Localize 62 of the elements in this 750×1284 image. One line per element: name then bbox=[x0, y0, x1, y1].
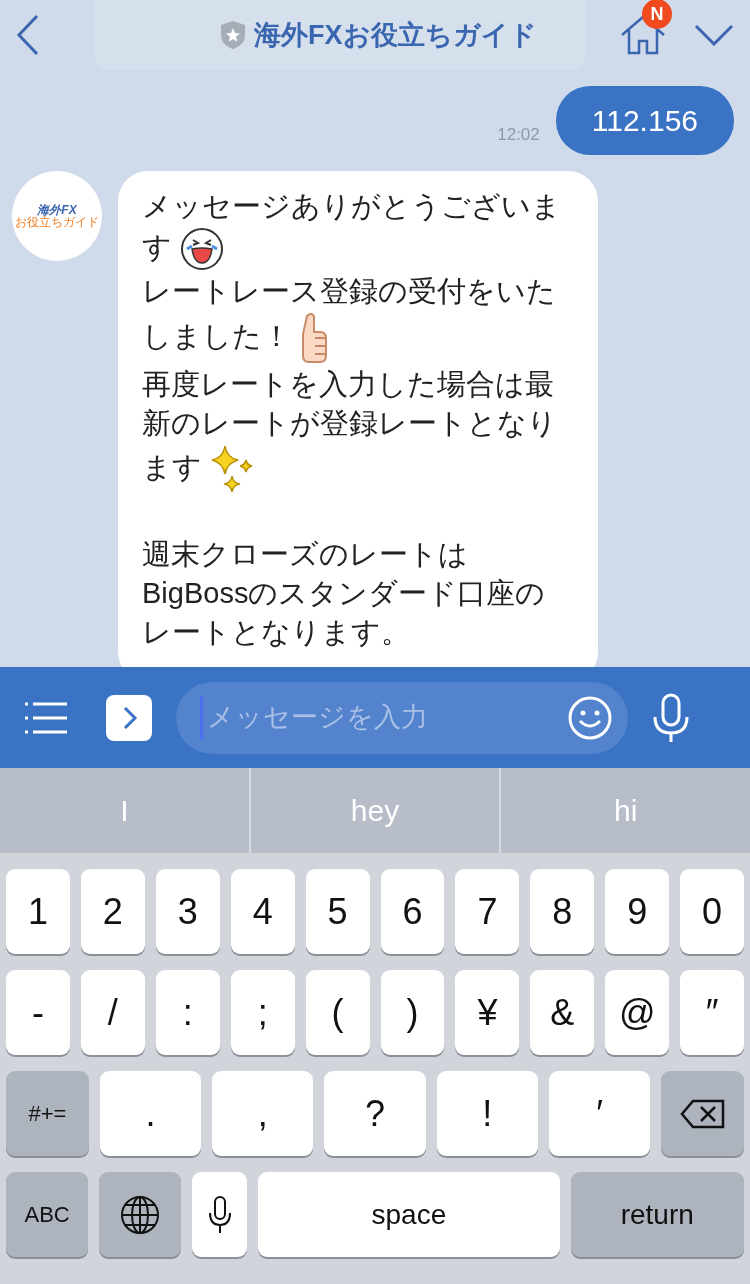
keyboard-key[interactable]: ( bbox=[305, 970, 370, 1055]
keyboard-key[interactable]: ¥ bbox=[455, 970, 520, 1055]
message-time: 12:02 bbox=[497, 123, 540, 146]
keyboard-key[interactable]: 7 bbox=[455, 869, 520, 954]
return-key[interactable]: return bbox=[570, 1172, 744, 1257]
message-text: 新のレートが登録レートとなり bbox=[142, 407, 557, 439]
keyboard-key[interactable]: - bbox=[6, 970, 70, 1055]
message-text: 再度レートを入力した場合は最 bbox=[142, 368, 554, 400]
keyboard-key[interactable]: . bbox=[99, 1071, 202, 1156]
message-text: メッセージありがとうございま bbox=[142, 190, 561, 222]
smiley-icon[interactable] bbox=[568, 695, 612, 740]
message-text: BigBossのスタンダード口座の bbox=[142, 577, 546, 609]
message-text: しました！ bbox=[142, 319, 291, 352]
keyboard-key[interactable]: & bbox=[530, 970, 595, 1055]
keyboard-key[interactable]: 1 bbox=[6, 869, 70, 954]
keyboard-key[interactable]: ! bbox=[436, 1071, 538, 1156]
sent-message: 112.156 bbox=[555, 86, 734, 155]
microphone-icon[interactable] bbox=[652, 692, 690, 743]
keyboard-key[interactable]: ABC bbox=[6, 1172, 89, 1257]
message-text: す bbox=[142, 230, 172, 263]
keyboard-key[interactable]: 2 bbox=[80, 869, 145, 954]
keyboard-key[interactable]: @ bbox=[605, 970, 670, 1055]
message-text: ます bbox=[142, 450, 202, 483]
keyboard-key[interactable]: ; bbox=[230, 970, 295, 1055]
message-text: レートレース登録の受付をいた bbox=[142, 275, 556, 307]
keyboard-key[interactable]: ) bbox=[380, 970, 445, 1055]
logo-text: お役立ちガイド bbox=[15, 216, 99, 228]
backspace-key[interactable] bbox=[661, 1071, 744, 1156]
keyboard-key[interactable]: 5 bbox=[305, 869, 370, 954]
keyboard-key[interactable]: 0 bbox=[680, 869, 745, 954]
keyboard-key[interactable]: #+= bbox=[6, 1071, 89, 1156]
keyboard-key[interactable]: 9 bbox=[605, 869, 670, 954]
globe-key[interactable] bbox=[99, 1172, 182, 1257]
keyboard-key[interactable]: 8 bbox=[530, 869, 595, 954]
microphone-key[interactable] bbox=[192, 1172, 248, 1257]
keyboard-key[interactable]: 6 bbox=[380, 869, 445, 954]
microphone-icon bbox=[206, 1194, 233, 1235]
space-key[interactable]: space bbox=[258, 1172, 560, 1257]
sparkle-icon bbox=[210, 443, 254, 495]
shield-star-icon bbox=[220, 20, 246, 50]
laughing-face-icon bbox=[180, 226, 224, 272]
thumbs-up-icon bbox=[299, 311, 329, 365]
keyboard-key[interactable]: 4 bbox=[230, 869, 295, 954]
keyboard-key[interactable]: 3 bbox=[155, 869, 220, 954]
message-field[interactable]: メッセージを入力 bbox=[176, 681, 628, 754]
backspace-icon bbox=[679, 1098, 726, 1129]
notification-badge: N bbox=[642, 0, 672, 29]
back-icon[interactable] bbox=[16, 14, 40, 56]
logo-text: 海外FX bbox=[37, 204, 77, 216]
chat-title: 海外FXお役立ちガイド bbox=[254, 18, 537, 52]
keyboard-key[interactable]: : bbox=[155, 970, 220, 1055]
keyboard-key[interactable]: , bbox=[212, 1071, 314, 1156]
keyboard-key[interactable]: / bbox=[80, 970, 145, 1055]
keyboard-key[interactable]: ? bbox=[324, 1071, 426, 1156]
keyboard-key[interactable]: ′ bbox=[548, 1071, 651, 1156]
message-text: レートとなります。 bbox=[142, 616, 410, 648]
keyboard-key[interactable]: ″ bbox=[680, 970, 745, 1055]
expand-icon[interactable] bbox=[106, 694, 152, 741]
menu-icon[interactable] bbox=[24, 700, 68, 735]
message-text: 週末クローズのレートは bbox=[142, 538, 468, 570]
chevron-down-icon[interactable] bbox=[694, 24, 734, 46]
globe-icon bbox=[120, 1194, 161, 1235]
